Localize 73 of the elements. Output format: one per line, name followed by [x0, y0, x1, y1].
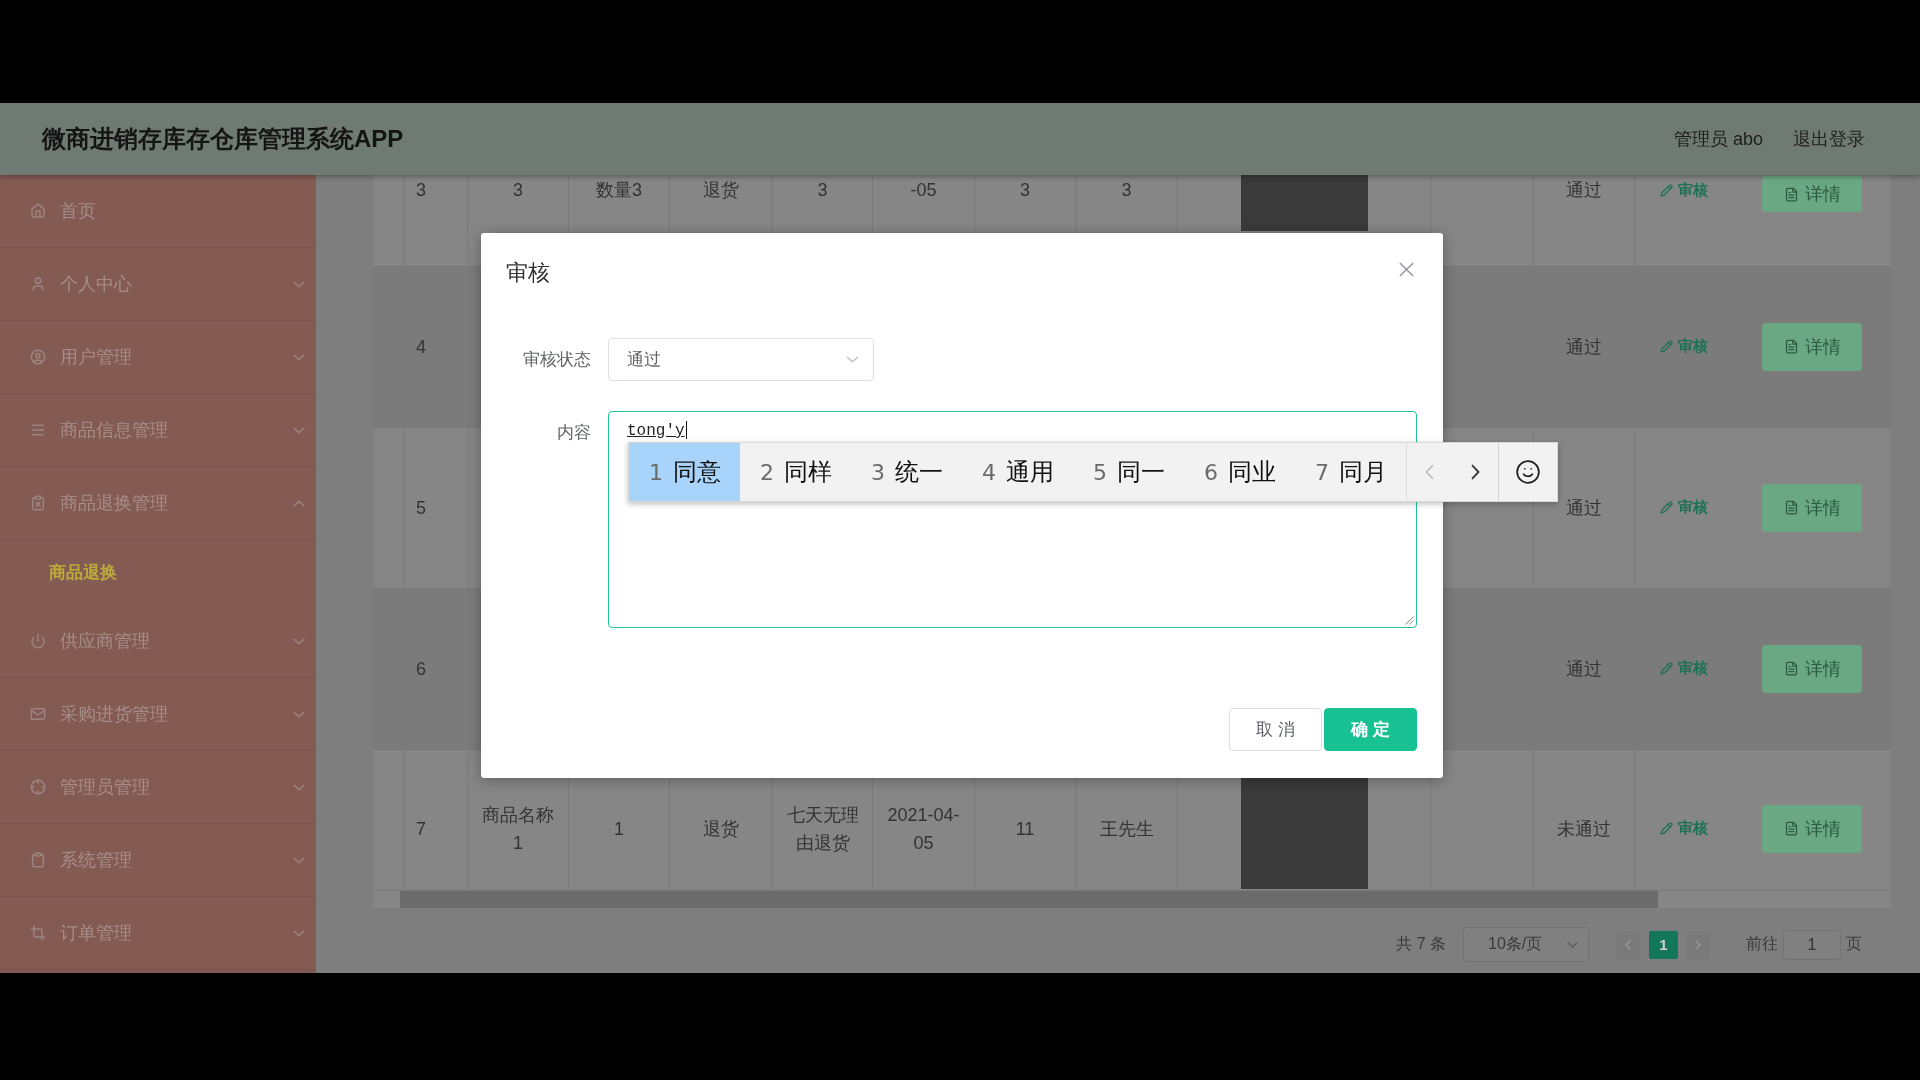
page-size-select[interactable]: 10条/页: [1463, 927, 1589, 962]
crosshair-icon: [30, 779, 46, 795]
next-page-button[interactable]: [1686, 930, 1710, 959]
home-icon: [30, 203, 46, 219]
review-link[interactable]: 审核: [1660, 814, 1708, 843]
chevron-right-icon: [1470, 464, 1480, 480]
close-button[interactable]: [1399, 262, 1414, 277]
table-cell: 未通过: [1534, 750, 1635, 890]
review-link[interactable]: 审核: [1660, 493, 1708, 522]
admin-label: 管理员 abo: [1673, 128, 1763, 151]
document-icon: [1783, 500, 1799, 515]
mail-icon: [30, 706, 46, 722]
field-label: 内容: [557, 421, 591, 444]
pencil-icon: [1660, 183, 1673, 197]
details-button[interactable]: 详情: [1762, 644, 1862, 693]
chevron-left-icon: [1625, 939, 1631, 950]
candidate-button[interactable]: 7 同月: [1295, 443, 1406, 501]
candidate-button[interactable]: 4 通用: [962, 443, 1073, 501]
close-icon: [1399, 262, 1414, 277]
status-select[interactable]: 通过: [608, 338, 874, 381]
logout-link[interactable]: 退出登录: [1793, 127, 1865, 151]
scrollbar-thumb[interactable]: [400, 891, 1658, 908]
pencil-icon: [1660, 662, 1673, 675]
total-count: 共 7 条: [1396, 934, 1446, 954]
details-button[interactable]: 详情: [1762, 176, 1862, 212]
candidate-button[interactable]: 1 同意: [629, 443, 740, 501]
pencil-icon: [1660, 501, 1673, 514]
details-button[interactable]: 详情: [1762, 322, 1862, 371]
document-icon: [1783, 186, 1799, 202]
chevron-left-icon: [1425, 464, 1434, 480]
candidate-button[interactable]: 6 同业: [1184, 443, 1295, 501]
candidate-button[interactable]: 5 同一: [1073, 443, 1184, 501]
table-cell: 通过: [1534, 267, 1635, 427]
table-cell: 7: [404, 750, 468, 890]
table-cell: 3: [404, 175, 468, 266]
document-icon: [1783, 661, 1799, 676]
table-cell: 通过: [1534, 175, 1635, 266]
review-link[interactable]: 审核: [1660, 176, 1708, 204]
goto-page-field[interactable]: 1: [1783, 929, 1841, 960]
candidate-button[interactable]: 2 同样: [740, 443, 851, 501]
app-title: 微商进销存库存仓库管理系统APP: [42, 124, 404, 154]
confirm-button[interactable]: 确 定: [1324, 708, 1417, 751]
smiley-icon: [1515, 459, 1541, 485]
chevron-down-icon: [1567, 941, 1578, 948]
user-icon: [30, 276, 46, 292]
user-circle-icon: [30, 349, 46, 365]
chevron-right-icon: [1695, 939, 1701, 950]
document-icon: [1783, 821, 1799, 836]
table-cell: 6: [404, 589, 468, 749]
field-label: 审核状态: [523, 348, 591, 371]
prev-page-button[interactable]: [1616, 930, 1640, 959]
candidate-button[interactable]: 3 统一: [851, 443, 962, 501]
text-cursor-icon: [685, 421, 687, 439]
list-icon: [30, 422, 46, 438]
page-suffix: 页: [1846, 934, 1862, 954]
chevron-down-icon: [846, 356, 859, 363]
details-button[interactable]: 详情: [1762, 804, 1862, 853]
clipboard-icon: [30, 495, 46, 511]
table-cell: 5: [404, 428, 468, 588]
sidebar-subitem[interactable]: 商品退换: [0, 540, 316, 605]
clipboard-icon: [30, 852, 46, 868]
document-icon: [1783, 339, 1799, 354]
pencil-icon: [1660, 822, 1673, 835]
table-cell: 通过: [1534, 589, 1635, 749]
goto-label: 前往: [1746, 934, 1778, 954]
table-cell: 4: [404, 267, 468, 427]
pencil-icon: [1660, 340, 1673, 353]
page-number-button[interactable]: 1: [1649, 930, 1678, 959]
cancel-button[interactable]: 取 消: [1229, 708, 1322, 751]
details-button[interactable]: 详情: [1762, 483, 1862, 532]
power-icon: [30, 633, 46, 649]
resize-handle-icon[interactable]: [1405, 616, 1414, 625]
crop-icon: [30, 925, 46, 941]
